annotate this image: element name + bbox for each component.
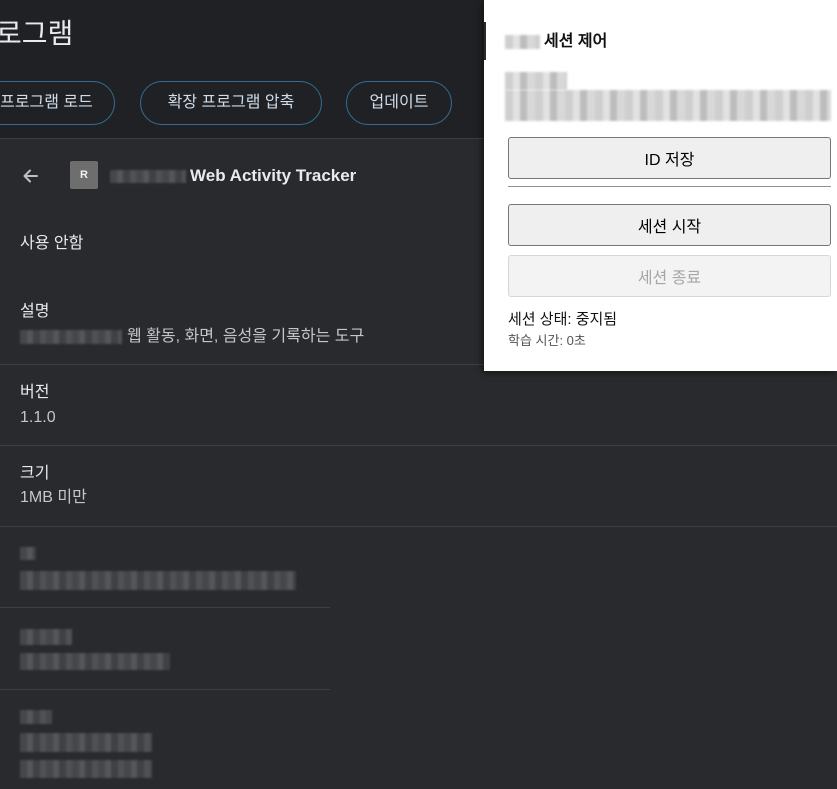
- section-divider: [0, 689, 330, 690]
- redacted-block: [20, 760, 152, 778]
- extension-status: 사용 안함: [20, 235, 84, 252]
- description-value: 웹 활동, 화면, 음성을 기록하는 도구: [127, 328, 365, 345]
- extension-icon: R: [70, 161, 98, 189]
- redacted-block: [20, 330, 122, 344]
- extension-name: Web Activity Tracker: [190, 166, 357, 185]
- pack-extension-button[interactable]: 확장 프로그램 압축: [140, 81, 322, 125]
- session-status-text: 세션 상태: 중지됨: [508, 311, 618, 328]
- section-divider: [0, 445, 837, 446]
- popup-divider: [508, 186, 831, 187]
- study-time-text: 학습 시간: 0초: [508, 333, 586, 348]
- size-value: 1MB 미만: [20, 489, 87, 506]
- redacted-block: [20, 653, 170, 670]
- load-unpacked-button[interactable]: 프로그램 로드: [0, 81, 115, 125]
- version-label: 버전: [20, 384, 50, 401]
- redacted-block: [20, 710, 52, 724]
- end-session-button[interactable]: 세션 종료: [508, 255, 831, 297]
- size-label: 크기: [20, 465, 50, 482]
- back-button[interactable]: [18, 164, 42, 188]
- redacted-block: [505, 35, 540, 49]
- redacted-block: [110, 170, 186, 183]
- update-button[interactable]: 업데이트: [346, 81, 452, 125]
- section-divider: [0, 526, 837, 527]
- redacted-block: [20, 629, 72, 645]
- start-session-button[interactable]: 세션 시작: [508, 204, 831, 246]
- description-label: 설명: [20, 303, 50, 320]
- redacted-id-field[interactable]: [505, 90, 831, 121]
- page-title: 로그램: [0, 18, 74, 49]
- save-id-button[interactable]: ID 저장: [508, 137, 831, 179]
- redacted-block: [20, 571, 296, 590]
- redacted-block: [20, 547, 36, 560]
- popup-title: 세션 제어: [544, 33, 608, 50]
- popup-edge-mark: [484, 22, 486, 60]
- version-value: 1.1.0: [20, 409, 56, 426]
- redacted-block: [505, 72, 567, 90]
- redacted-block: [20, 733, 152, 752]
- section-divider: [0, 607, 330, 608]
- session-control-popup: 세션 제어 ID 저장 세션 시작 세션 종료 세션 상태: 중지됨 학습 시간…: [484, 0, 837, 371]
- back-arrow-icon: [23, 169, 38, 183]
